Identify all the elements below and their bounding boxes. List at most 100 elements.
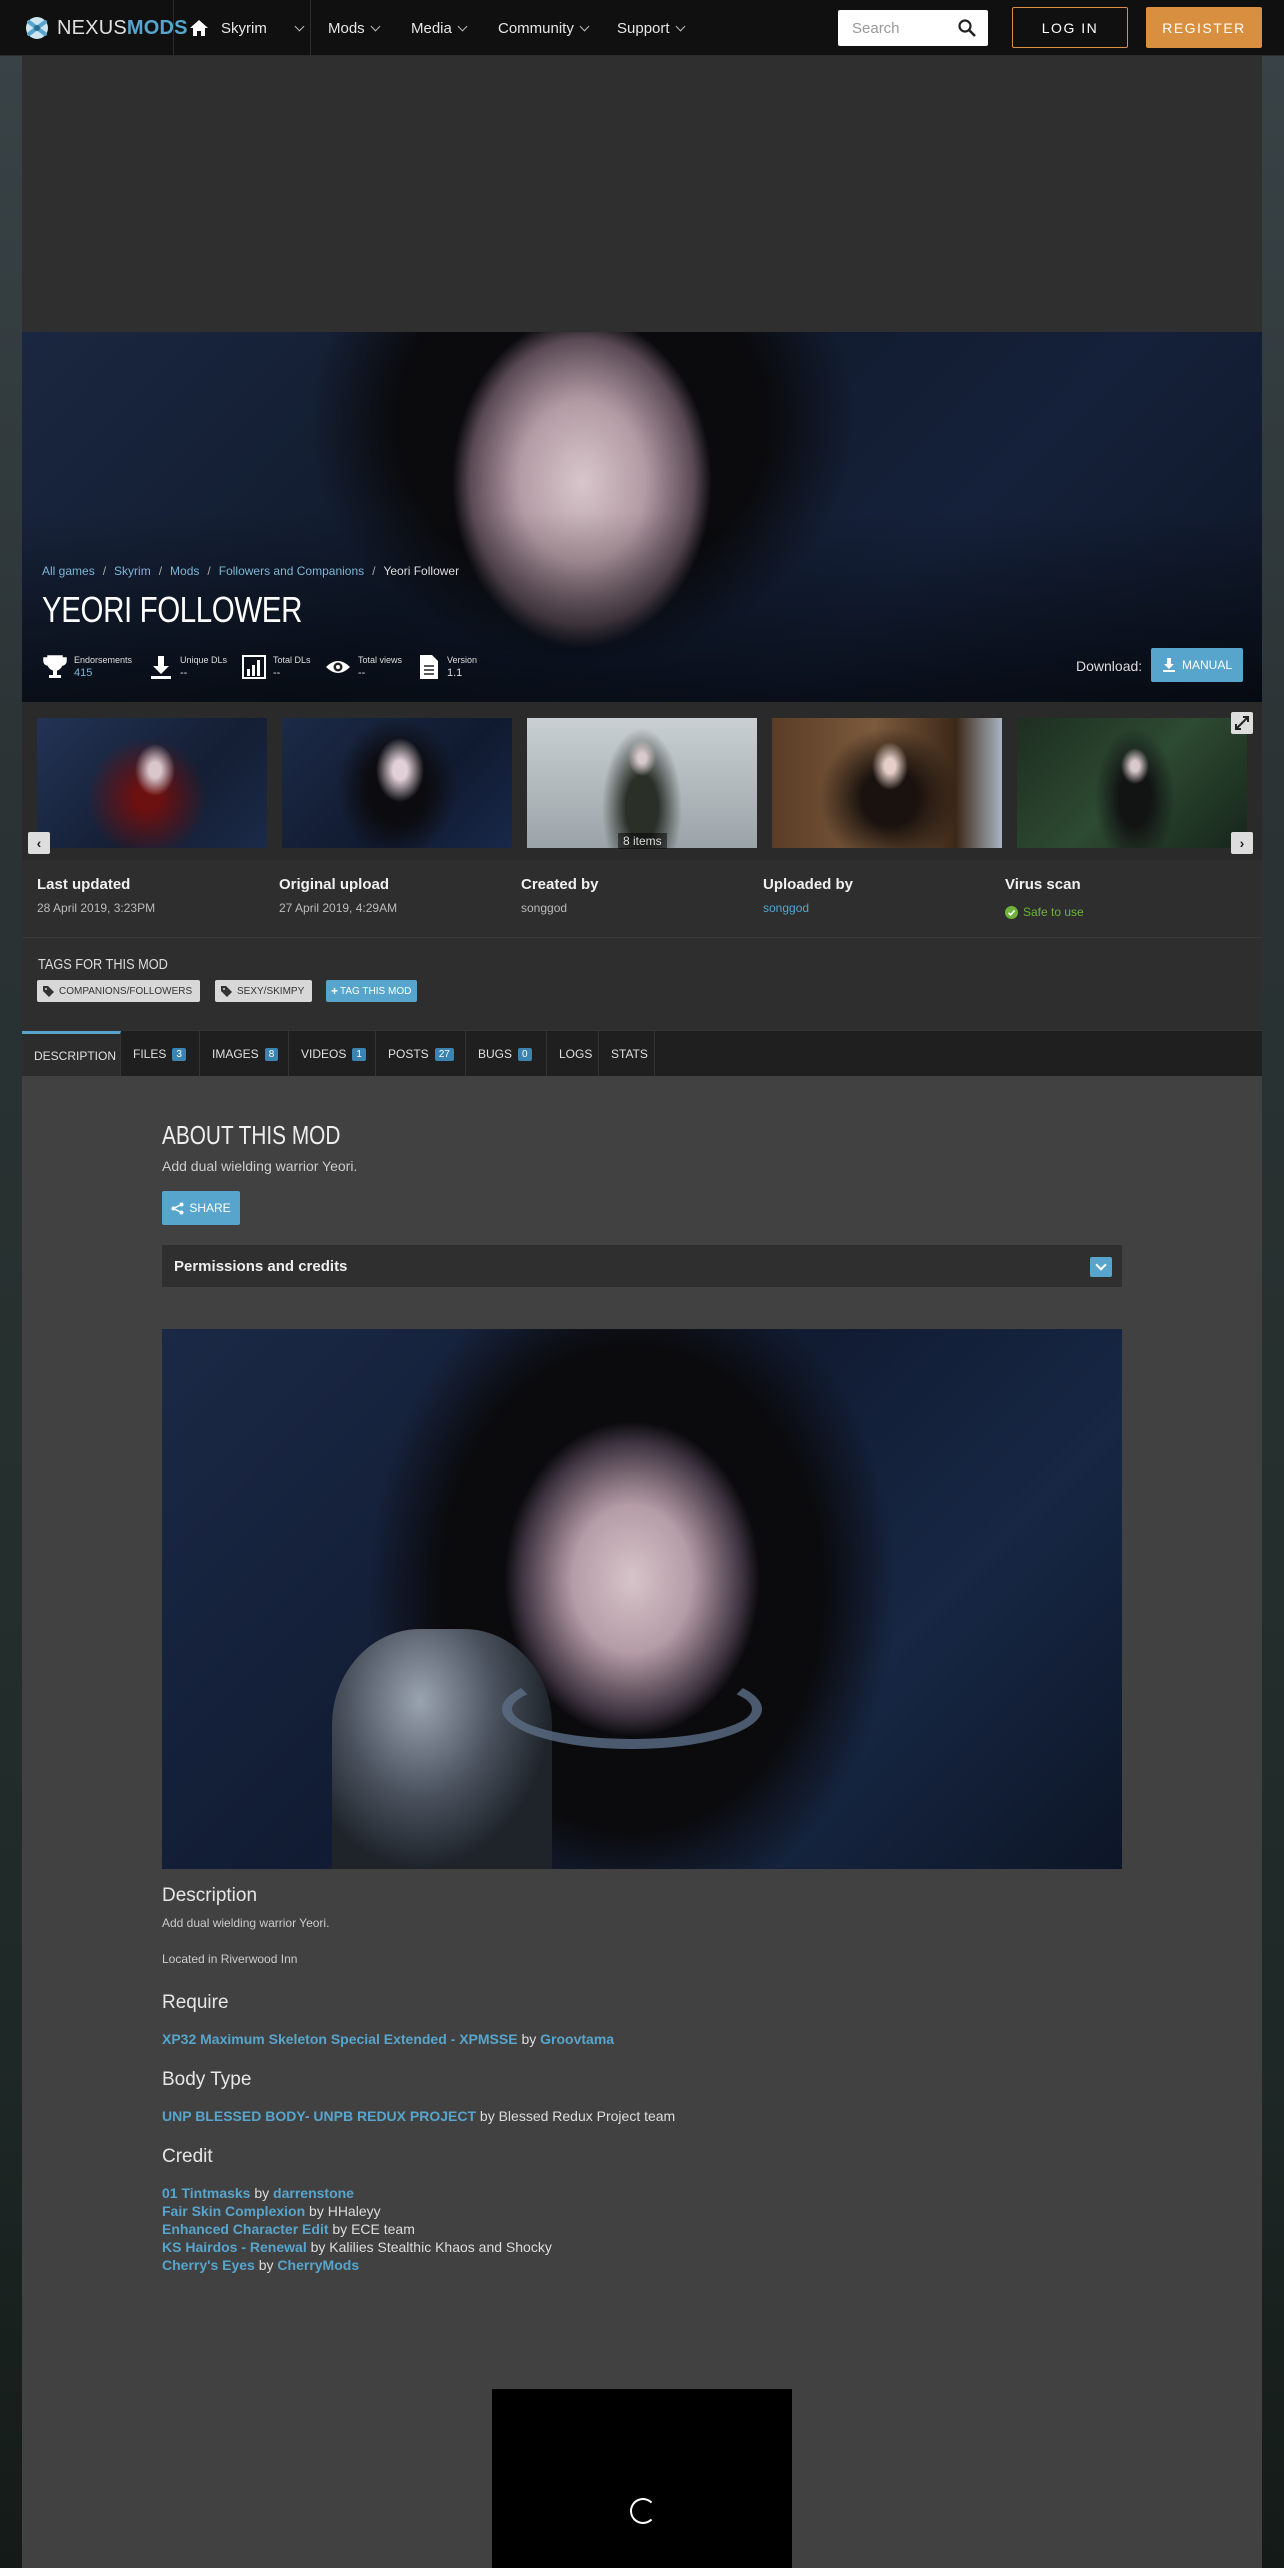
tag-label: SEXY/SKIMPY xyxy=(237,985,305,997)
register-button[interactable]: REGISTER xyxy=(1146,7,1262,48)
fair-skin-link[interactable]: Fair Skin Complexion xyxy=(162,2203,305,2219)
tag-companions-followers[interactable]: COMPANIONS/FOLLOWERS xyxy=(37,980,201,1002)
expand-permissions-button[interactable] xyxy=(1090,1257,1112,1277)
share-button[interactable]: SHARE xyxy=(162,1191,240,1225)
breadcrumb-separator: / xyxy=(102,564,107,578)
mod-header-banner: All games / Skyrim / Mods / Followers and C… xyxy=(22,332,1262,702)
about-summary: Add dual wielding warrior Yeori. xyxy=(162,1158,358,1174)
stat-label: Version xyxy=(447,655,478,665)
tab-files[interactable]: FILES 3 xyxy=(121,1031,200,1077)
document-icon xyxy=(420,655,438,679)
darrenstone-link[interactable]: darrenstone xyxy=(273,2185,354,2201)
xpmsse-link[interactable]: XP32 Maximum Skeleton Special Extended -… xyxy=(162,2031,518,2047)
breadcrumb-category[interactable]: Followers and Companions xyxy=(219,564,364,578)
tag-this-mod-label: TAG THIS MOD xyxy=(340,985,412,997)
cherrys-eyes-link[interactable]: Cherry's Eyes xyxy=(162,2257,255,2273)
gallery-thumbnail[interactable] xyxy=(527,718,757,848)
info-last-updated: Last updated 28 April 2019, 3:23PM xyxy=(37,876,155,915)
tab-description[interactable]: DESCRIPTION xyxy=(22,1031,121,1077)
gallery-thumbnail[interactable] xyxy=(37,718,267,848)
tab-images[interactable]: IMAGES 8 xyxy=(200,1031,289,1077)
loading-spinner-icon xyxy=(630,2498,656,2524)
require-heading: Require xyxy=(162,1992,229,2013)
gallery-items-count: 8 items xyxy=(618,833,667,849)
eye-icon xyxy=(326,661,350,673)
tab-videos[interactable]: VIDEOS 1 xyxy=(289,1031,376,1077)
breadcrumb-all-games[interactable]: All games xyxy=(42,564,95,578)
gallery-thumbnail[interactable] xyxy=(1017,718,1247,848)
search-input[interactable] xyxy=(852,10,952,46)
ad-banner-area xyxy=(22,56,1262,332)
gallery-prev-button[interactable]: ‹ xyxy=(28,832,50,854)
stat-value: 415 xyxy=(74,667,93,679)
tab-stats[interactable]: STATS xyxy=(599,1031,655,1077)
permissions-and-credits-toggle[interactable]: Permissions and credits xyxy=(162,1245,1122,1287)
tags-section: TAGS FOR THIS MOD COMPANIONS/FOLLOWERS S… xyxy=(22,938,1262,1030)
nav-game-skyrim[interactable]: Skyrim xyxy=(190,0,305,56)
login-button[interactable]: LOG IN xyxy=(1012,7,1128,48)
info-value: 27 April 2019, 4:29AM xyxy=(279,901,398,915)
download-icon xyxy=(151,656,171,679)
stat-endorsements: Endorsements 415 xyxy=(42,652,132,682)
uploader-link[interactable]: songgod xyxy=(763,901,853,915)
tab-label: IMAGES xyxy=(212,1047,259,1061)
description-heading: Description xyxy=(162,1885,258,1906)
embedded-video-player[interactable] xyxy=(492,2389,792,2568)
nav-support[interactable]: Support xyxy=(617,0,685,56)
tag-sexy-skimpy[interactable]: SEXY/SKIMPY xyxy=(215,980,313,1002)
info-value: 28 April 2019, 3:23PM xyxy=(37,901,156,915)
stat-label: Total views xyxy=(358,655,403,665)
breadcrumb-mods[interactable]: Mods xyxy=(170,564,199,578)
description-content: ABOUT THIS MOD Add dual wielding warrior… xyxy=(22,1076,1262,2568)
image-gallery: 8 items ‹ › xyxy=(22,702,1262,860)
gallery-expand-button[interactable] xyxy=(1231,712,1253,734)
search-icon[interactable] xyxy=(958,19,976,37)
nav-media[interactable]: Media xyxy=(411,0,468,56)
tab-bugs[interactable]: BUGS 0 xyxy=(466,1031,547,1077)
breadcrumb: All games / Skyrim / Mods / Followers and C… xyxy=(42,564,459,578)
cherrymods-link[interactable]: CherryMods xyxy=(277,2257,359,2273)
groovtama-link[interactable]: Groovtama xyxy=(540,2031,614,2047)
manual-download-button[interactable]: MANUAL xyxy=(1151,648,1243,682)
tag-this-mod-button[interactable]: + TAG THIS MOD xyxy=(326,980,418,1002)
credit-text: by ECE team xyxy=(328,2221,415,2237)
breadcrumb-skyrim[interactable]: Skyrim xyxy=(114,564,151,578)
ks-hairdos-link[interactable]: KS Hairdos - Renewal xyxy=(162,2239,307,2255)
credit-text: by HHaleyy xyxy=(305,2203,381,2219)
credit-line: Enhanced Character Edit by ECE team xyxy=(162,2221,415,2237)
tab-count-badge: 27 xyxy=(434,1047,454,1061)
nexusmods-logo[interactable]: NEXUSMODS xyxy=(24,14,188,42)
credit-line: KS Hairdos - Renewal by Kalilies Stealth… xyxy=(162,2239,552,2255)
breadcrumb-separator: / xyxy=(372,564,376,578)
ece-link[interactable]: Enhanced Character Edit xyxy=(162,2221,329,2237)
necklace-shape xyxy=(502,1669,762,1749)
home-icon xyxy=(190,20,208,36)
info-heading: Created by xyxy=(521,876,599,893)
nav-community-label: Community xyxy=(498,19,574,37)
nav-mods[interactable]: Mods xyxy=(328,0,381,56)
tab-label: FILES xyxy=(133,1047,167,1061)
info-original-upload: Original upload 27 April 2019, 4:29AM xyxy=(279,876,397,915)
nav-mods-label: Mods xyxy=(328,19,365,37)
stat-unique-dls: Unique DLs -- xyxy=(148,652,227,682)
tab-label: DESCRIPTION xyxy=(34,1048,117,1063)
tab-logs[interactable]: LOGS xyxy=(547,1031,599,1077)
info-heading: Original upload xyxy=(279,876,390,893)
nexus-logo-icon xyxy=(26,17,48,39)
tab-label: STATS xyxy=(611,1047,648,1061)
chevron-down-icon xyxy=(370,21,381,31)
body-credit-text: by Blessed Redux Project team xyxy=(476,2108,676,2124)
gallery-thumbnail[interactable] xyxy=(772,718,1002,848)
info-created-by: Created by songgod xyxy=(521,876,599,915)
mod-tabs: DESCRIPTION FILES 3 IMAGES 8 VIDEOS 1 POSTS… xyxy=(22,1030,1262,1077)
info-heading: Uploaded by xyxy=(763,876,854,893)
gallery-thumbnail[interactable] xyxy=(282,718,512,848)
tab-posts[interactable]: POSTS 27 xyxy=(376,1031,466,1077)
tintmasks-link[interactable]: 01 Tintmasks xyxy=(162,2185,250,2201)
gallery-next-button[interactable]: › xyxy=(1231,832,1253,854)
stat-label: Unique DLs xyxy=(180,655,228,665)
stat-total-dls: Total DLs -- xyxy=(241,652,311,682)
description-line: Add dual wielding warrior Yeori. xyxy=(162,1916,330,1930)
nav-community[interactable]: Community xyxy=(498,0,590,56)
unpb-redux-link[interactable]: UNP BLESSED BODY- UNPB REDUX PROJECT xyxy=(162,2108,476,2124)
